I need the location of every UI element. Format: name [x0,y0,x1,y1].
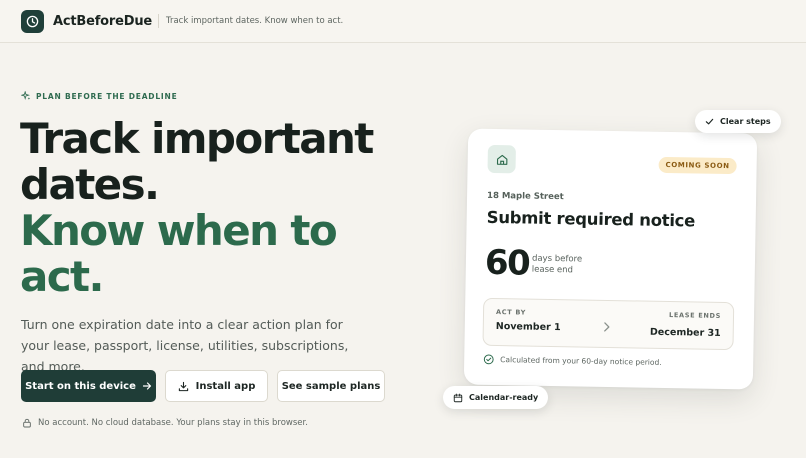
hero-headline: Track important dates. Know when to act. [20,116,380,300]
calc-note-text: Calculated from your 60-day notice perio… [500,355,662,367]
calendar-ready-chip: Calendar-ready [443,386,549,409]
calendar-icon [453,393,463,403]
see-sample-plans-button[interactable]: See sample plans [277,370,385,402]
days-caption: days before lease end [531,253,583,277]
calculation-note: Calculated from your 60-day notice perio… [483,354,662,368]
clear-steps-label: Clear steps [720,117,771,126]
start-button-label: Start on this device [25,380,136,392]
days-caption-line-1: days before [531,253,583,265]
days-caption-line-2: lease end [531,264,574,276]
install-app-button[interactable]: Install app [165,370,268,402]
headline-line-4: act. [20,252,104,301]
lock-icon [22,418,32,428]
card-address: 18 Maple Street [486,190,564,203]
hero-description: Turn one expiration date into a clear ac… [21,317,349,374]
headline-line-2: dates. [20,160,160,209]
lease-ends-date: December 31 [649,326,721,339]
check-circle-icon [483,354,494,365]
days-count: 60 [484,242,530,284]
eyebrow: PLAN BEFORE THE DEADLINE [21,91,178,101]
brand-name[interactable]: ActBeforeDue [53,14,152,29]
eyebrow-text: PLAN BEFORE THE DEADLINE [36,91,178,101]
privacy-note: No account. No cloud database. Your plan… [22,418,308,428]
card-title: Submit required notice [486,207,696,231]
home-icon [487,144,516,174]
clear-steps-chip: Clear steps [695,110,781,133]
dates-summary: ACT BY November 1 LEASE ENDS December 31 [482,297,735,351]
calendar-ready-label: Calendar-ready [469,393,539,402]
headline-line-1: Track important [20,114,374,163]
headline-line-3: Know when to [20,206,338,255]
act-by-label: ACT BY [495,308,527,317]
act-by-date: November 1 [495,321,561,334]
sample-button-label: See sample plans [281,380,381,392]
header-divider [158,14,159,28]
hero-actions: Start on this device Install app See sam… [21,370,385,402]
chevron-right-icon [602,318,612,337]
arrow-right-icon [142,381,152,391]
privacy-text: No account. No cloud database. Your plan… [38,418,308,428]
lease-ends-label: LEASE ENDS [668,311,722,320]
sparkle-icon [21,91,31,101]
download-icon [178,381,189,392]
preview-card: COMING SOON 18 Maple Street Submit requi… [463,128,758,390]
clock-icon[interactable] [21,9,44,33]
install-button-label: Install app [195,380,256,392]
top-header: ActBeforeDue Track important dates. Know… [0,0,806,43]
status-badge: COMING SOON [658,156,737,175]
check-icon [705,117,714,126]
header-tagline: Track important dates. Know when to act. [166,16,344,26]
start-on-device-button[interactable]: Start on this device [21,370,156,402]
